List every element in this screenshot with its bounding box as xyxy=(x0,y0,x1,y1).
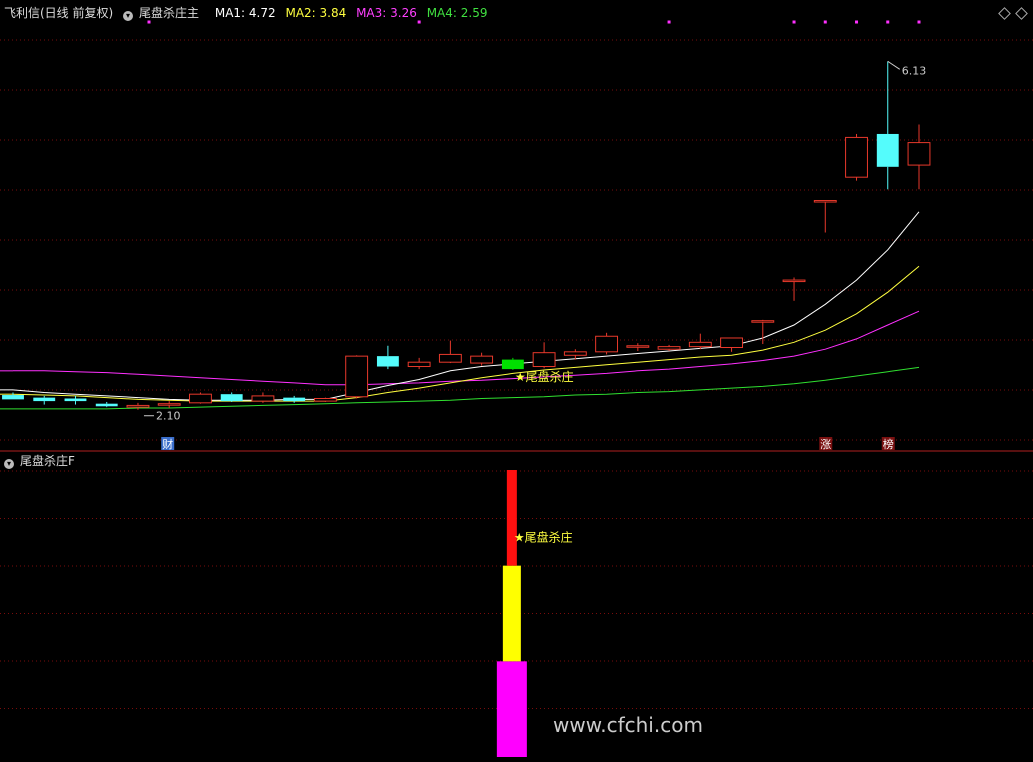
candle-body xyxy=(126,404,150,408)
low-price-label: 2.10 xyxy=(156,410,181,423)
candle-body xyxy=(720,337,743,348)
high-price-label: 6.13 xyxy=(902,64,927,77)
candle-body xyxy=(283,397,306,402)
candle-body xyxy=(220,394,243,402)
candle-body xyxy=(688,341,712,348)
sub-header: ▾ 尾盘杀庄F xyxy=(4,454,81,469)
candle-body xyxy=(907,142,931,166)
high-pointer xyxy=(887,60,901,70)
candle-body xyxy=(876,133,899,167)
candle-body xyxy=(189,393,212,404)
ma4-line xyxy=(13,366,920,410)
badge-1: 财 xyxy=(162,437,173,451)
signal-dot xyxy=(667,20,671,24)
candle-body xyxy=(563,351,587,356)
dropdown-circle-icon[interactable]: ▾ xyxy=(123,11,134,21)
candle-body xyxy=(64,398,87,402)
main-gridlines xyxy=(0,39,1033,452)
sub-signal-label: ★尾盘杀庄 xyxy=(514,530,573,545)
signal-dot xyxy=(823,20,827,24)
dropdown-circle-icon[interactable]: ▾ xyxy=(4,459,14,469)
indicator-name[interactable]: 尾盘杀庄主 xyxy=(139,6,199,20)
candle-body xyxy=(251,395,275,402)
ma2-readout: MA2: 3.84 xyxy=(285,6,347,20)
stock-title[interactable]: 飞利信(日线 前复权) xyxy=(4,6,113,20)
candle-body xyxy=(751,320,775,323)
candle-body xyxy=(845,136,868,178)
candle-body xyxy=(657,346,681,350)
candle-body xyxy=(813,200,837,203)
ma4-readout: MA4: 2.59 xyxy=(426,6,488,20)
candle-body xyxy=(501,359,524,370)
stacked-bar-segment xyxy=(502,565,521,662)
candle-body xyxy=(313,398,337,402)
candle-body xyxy=(33,397,56,402)
ma3-line xyxy=(13,310,920,386)
signal-dot xyxy=(917,20,921,24)
candle-body xyxy=(782,279,806,283)
candle-body xyxy=(345,355,369,398)
candle-body xyxy=(470,355,494,364)
candle-body xyxy=(157,403,181,406)
signal-dot xyxy=(792,20,796,24)
candlestick-series xyxy=(2,61,931,410)
ma3-readout: MA3: 3.26 xyxy=(356,6,417,20)
candle-body xyxy=(2,395,24,400)
sub-indicator-name[interactable]: 尾盘杀庄F xyxy=(20,454,75,468)
candle-body xyxy=(626,345,650,348)
price-annotations: 2.10 6.13 ★尾盘杀庄财 涨 榜 xyxy=(143,60,927,451)
signal-label: ★尾盘杀庄 xyxy=(515,369,574,384)
badge-2: 涨 xyxy=(820,438,831,451)
candle-body xyxy=(376,356,399,367)
signal-dot xyxy=(855,20,859,24)
watermark: www.cfchi.com xyxy=(553,713,703,737)
stacked-bar-segment xyxy=(496,661,527,757)
ma1-readout: MA1: 4.72 xyxy=(214,6,276,20)
signal-dot xyxy=(886,20,890,24)
stacked-bar-segment xyxy=(506,470,517,566)
candle-body xyxy=(407,361,431,368)
candle-body xyxy=(95,403,118,407)
moving-average-lines xyxy=(0,211,920,410)
chart-canvas: 2.106.13★尾盘杀庄财涨榜 ★尾盘杀庄 xyxy=(0,20,1033,757)
candle-body xyxy=(532,352,556,368)
candle-body xyxy=(438,353,462,363)
main-header: 飞利信(日线 前复权) ▾ 尾盘杀庄主 MA1: 4.72 MA2: 3.84 M… xyxy=(4,6,493,21)
candle-body xyxy=(595,335,619,353)
badge-3: 榜 xyxy=(883,437,894,451)
